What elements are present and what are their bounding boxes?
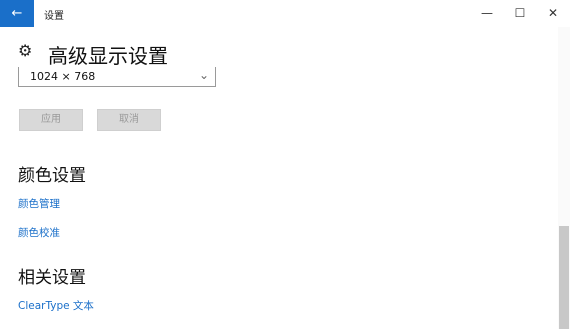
close-icon: ✕: [547, 6, 559, 20]
back-button[interactable]: ←: [0, 0, 34, 27]
apply-button[interactable]: 应用: [19, 109, 83, 131]
maximize-button[interactable]: ☐: [503, 0, 537, 27]
color-settings-heading: 颜色设置: [18, 166, 86, 186]
minimize-icon: —: [481, 6, 493, 20]
page-title: 高级显示设置: [48, 44, 168, 68]
maximize-icon: ☐: [514, 6, 526, 20]
resolution-value: 1024 × 768: [30, 70, 96, 83]
cancel-button[interactable]: 取消: [97, 109, 161, 131]
related-settings-heading: 相关设置: [18, 268, 86, 288]
back-arrow-icon: ←: [11, 6, 23, 21]
close-button[interactable]: ✕: [536, 0, 570, 27]
scrollbar-thumb[interactable]: [559, 226, 569, 329]
color-calibration-link[interactable]: 颜色校准: [18, 225, 60, 240]
color-management-link[interactable]: 颜色管理: [18, 196, 60, 211]
window-title: 设置: [44, 11, 64, 22]
chevron-down-icon: ⌄: [198, 68, 209, 82]
resolution-dropdown[interactable]: 1024 × 768 ⌄: [18, 67, 216, 87]
cleartype-text-link[interactable]: ClearType 文本: [18, 298, 94, 313]
minimize-button[interactable]: —: [470, 0, 504, 27]
title-bar: ← 设置 — ☐ ✕: [0, 0, 570, 27]
gear-icon: ⚙: [18, 41, 33, 60]
